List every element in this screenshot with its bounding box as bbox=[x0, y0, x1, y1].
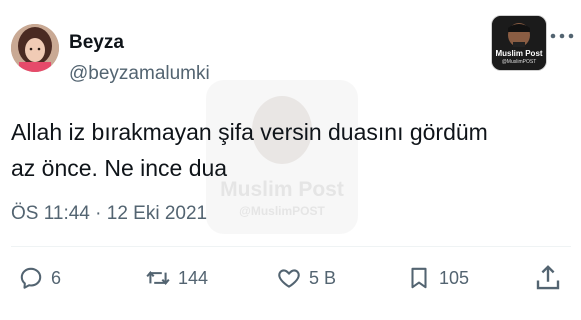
brand-title: Muslim Post bbox=[495, 49, 543, 58]
tweet-text-line-2: az önce. Ne ince dua bbox=[11, 155, 228, 181]
bookmark-icon bbox=[411, 267, 427, 289]
bookmark-count: 105 bbox=[439, 267, 470, 288]
tweet-timestamp[interactable]: ÖS 11:44 · 12 Eki 2021 bbox=[11, 203, 207, 225]
author-name[interactable]: Beyza bbox=[69, 32, 124, 54]
author-handle[interactable]: @beyzamalumki bbox=[69, 63, 210, 85]
reply-button[interactable]: 6 bbox=[18, 264, 61, 292]
more-icon[interactable] bbox=[549, 26, 575, 46]
avatar[interactable] bbox=[11, 24, 59, 72]
share-icon[interactable] bbox=[533, 263, 563, 293]
divider bbox=[11, 246, 571, 247]
retweet-icon bbox=[146, 271, 170, 285]
retweet-count: 144 bbox=[178, 267, 209, 288]
reply-count: 6 bbox=[51, 267, 62, 288]
like-button[interactable]: 5 B bbox=[276, 264, 336, 292]
tweet-text: Allah iz bırakmayan şifa versin duasını … bbox=[11, 114, 573, 186]
reply-icon bbox=[20, 267, 42, 289]
brand-handle: @MuslimPOST bbox=[501, 59, 537, 65]
tweet-text-line-1: Allah iz bırakmayan şifa versin duasını … bbox=[11, 119, 488, 145]
like-icon bbox=[278, 269, 300, 288]
like-count: 5 B bbox=[309, 267, 337, 288]
bookmark-button[interactable]: 105 bbox=[406, 264, 469, 292]
avatar-image bbox=[11, 24, 59, 72]
retweet-button[interactable]: 144 bbox=[145, 264, 208, 292]
brand-logo: Muslim Post @MuslimPOST bbox=[492, 16, 546, 70]
watermark-handle: @MuslimPOST bbox=[239, 204, 325, 218]
